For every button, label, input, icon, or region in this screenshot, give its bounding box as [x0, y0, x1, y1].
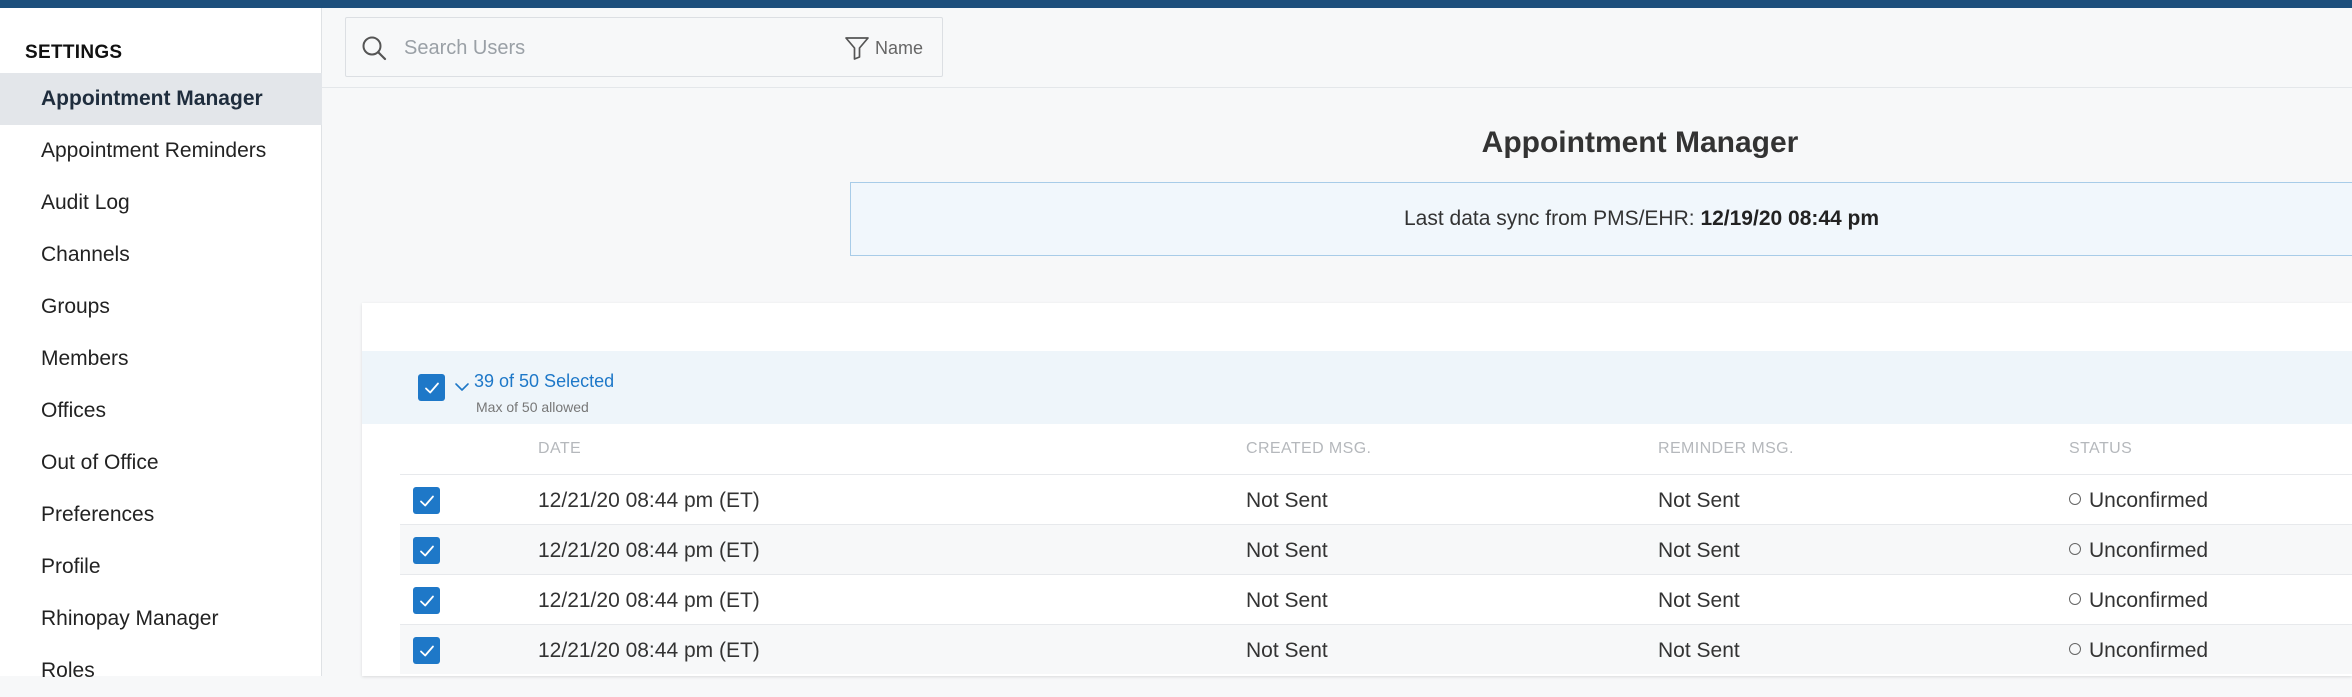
row-date: 12/21/20 08:44 pm (ET) — [538, 639, 760, 662]
sidebar-item-members[interactable]: Members — [0, 333, 322, 385]
selected-count[interactable]: 39 of 50 Selected — [474, 371, 614, 392]
row-status: Unconfirmed — [2069, 639, 2208, 663]
search-box: Name — [345, 17, 943, 77]
status-circle-icon — [2069, 593, 2081, 606]
sidebar-heading: SETTINGS — [25, 42, 123, 63]
sync-prefix: Last data sync from PMS/EHR: — [1404, 207, 1701, 230]
row-date: 12/21/20 08:44 pm (ET) — [538, 589, 760, 612]
row-reminder-msg: Not Sent — [1658, 539, 1740, 562]
row-status-label: Unconfirmed — [2089, 539, 2209, 562]
top-bar — [0, 0, 2352, 8]
row-created-msg: Not Sent — [1246, 489, 1328, 512]
status-circle-icon — [2069, 493, 2081, 506]
sidebar-item-offices[interactable]: Offices — [0, 385, 322, 437]
row-created-msg: Not Sent — [1246, 539, 1328, 562]
sidebar-item-roles[interactable]: Roles — [0, 645, 322, 697]
sidebar-item-groups[interactable]: Groups — [0, 281, 322, 333]
page-title: Appointment Manager — [1481, 126, 1799, 159]
row-checkbox[interactable] — [413, 487, 440, 514]
row-date: 12/21/20 08:44 pm (ET) — [538, 539, 760, 562]
check-icon — [419, 495, 434, 506]
row-reminder-msg: Not Sent — [1658, 639, 1740, 662]
sidebar-item-preferences[interactable]: Preferences — [0, 489, 322, 541]
filter-label: Name — [875, 37, 924, 58]
status-circle-icon — [2069, 643, 2081, 656]
column-header-reminder-msg[interactable]: REMINDER MSG. — [1658, 440, 1794, 458]
row-date: 12/21/20 08:44 pm (ET) — [538, 489, 760, 512]
row-status-label: Unconfirmed — [2089, 639, 2209, 662]
sync-text: Last data sync from PMS/EHR: 12/19/20 08… — [1404, 207, 1879, 231]
settings-sidebar: SETTINGS Appointment Manager Appointment… — [0, 8, 322, 682]
table-row[interactable]: 12/21/20 08:44 pm (ET) Not Sent Not Sent… — [400, 574, 2352, 624]
table-row[interactable]: 12/21/20 08:44 pm (ET) Not Sent Not Sent… — [400, 624, 2352, 674]
max-allowed-note: Max of 50 allowed — [476, 399, 589, 415]
row-status-label: Unconfirmed — [2089, 589, 2209, 612]
search-icon — [362, 36, 387, 61]
table-row[interactable]: 12/21/20 08:44 pm (ET) Not Sent Not Sent… — [400, 474, 2352, 524]
sidebar-item-channels[interactable]: Channels — [0, 229, 322, 281]
sidebar-list: Appointment Manager Appointment Reminder… — [0, 73, 322, 697]
row-checkbox[interactable] — [413, 537, 440, 564]
row-reminder-msg: Not Sent — [1658, 589, 1740, 612]
sidebar-item-appointment-reminders[interactable]: Appointment Reminders — [0, 125, 322, 177]
row-status: Unconfirmed — [2069, 539, 2208, 563]
filter-name-button[interactable]: Name — [843, 32, 923, 64]
check-icon — [419, 645, 434, 656]
row-created-msg: Not Sent — [1246, 589, 1328, 612]
row-reminder-msg: Not Sent — [1658, 489, 1740, 512]
check-icon — [419, 595, 434, 606]
row-created-msg: Not Sent — [1246, 639, 1328, 662]
sidebar-item-appointment-manager[interactable]: Appointment Manager — [0, 73, 322, 125]
chevron-down-icon[interactable] — [454, 379, 470, 395]
select-all-checkbox[interactable] — [418, 374, 445, 401]
row-checkbox[interactable] — [413, 637, 440, 664]
sidebar-item-profile[interactable]: Profile — [0, 541, 322, 593]
sync-timestamp: 12/19/20 08:44 pm — [1700, 207, 1880, 230]
header-divider — [322, 87, 2352, 88]
check-icon — [424, 382, 439, 393]
filter-icon — [845, 37, 869, 60]
column-header-status[interactable]: STATUS — [2069, 440, 2132, 458]
sidebar-item-rhinopay-manager[interactable]: Rhinopay Manager — [0, 593, 322, 645]
row-status-label: Unconfirmed — [2089, 489, 2209, 512]
column-header-created-msg[interactable]: CREATED MSG. — [1246, 440, 1371, 458]
search-input[interactable] — [402, 30, 826, 66]
column-header-date[interactable]: DATE — [538, 440, 581, 458]
check-icon — [419, 545, 434, 556]
appointments-card: 39 of 50 Selected Max of 50 allowed DATE… — [362, 303, 2352, 676]
status-circle-icon — [2069, 543, 2081, 556]
row-status: Unconfirmed — [2069, 589, 2208, 613]
selection-bar: 39 of 50 Selected Max of 50 allowed — [362, 351, 2352, 424]
table-row[interactable]: 12/21/20 08:44 pm (ET) Not Sent Not Sent… — [400, 524, 2352, 574]
sidebar-item-out-of-office[interactable]: Out of Office — [0, 437, 322, 489]
row-checkbox[interactable] — [413, 587, 440, 614]
sync-banner: Last data sync from PMS/EHR: 12/19/20 08… — [850, 182, 2352, 256]
sidebar-item-audit-log[interactable]: Audit Log — [0, 177, 322, 229]
row-status: Unconfirmed — [2069, 489, 2208, 513]
